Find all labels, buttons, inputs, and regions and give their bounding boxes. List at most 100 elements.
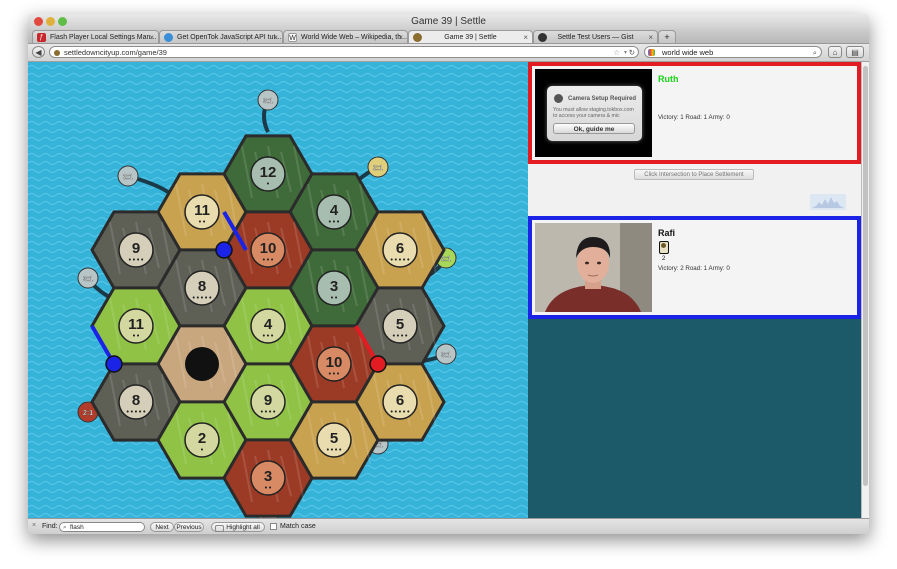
number-token-value: 6 (396, 240, 404, 257)
tab-wikipedia[interactable]: W World Wide Web – Wikipedia, th... × (283, 30, 408, 43)
player-panel-ruth: Camera Setup Required You must allow sta… (528, 62, 861, 164)
tab-close-icon[interactable]: × (398, 31, 403, 43)
number-token-pips: ••• (328, 370, 340, 378)
tab-label: Get OpenTok JavaScript API tut... (177, 34, 282, 41)
number-token-pips: ••• (262, 332, 274, 340)
player-video (535, 223, 652, 312)
url-bar[interactable]: settledowncityup.com/game/39 ☆ ▾ ↻ (49, 46, 639, 58)
robber-token (185, 347, 219, 381)
window-title: Game 39 | Settle (411, 16, 486, 27)
game-board: 3:12:12:12:13:13:12:12:13:1 12•11••4•••9… (28, 62, 528, 518)
tab-close-icon[interactable]: × (273, 31, 278, 43)
tab-game-39[interactable]: Game 39 | Settle × (408, 30, 533, 43)
highlight-all-button[interactable]: Highlight all (211, 522, 265, 532)
find-input[interactable]: ⌕ flash (59, 522, 145, 532)
home-button[interactable]: ⌂ (828, 46, 842, 58)
tab-opentok[interactable]: Get OpenTok JavaScript API tut... × (159, 30, 283, 43)
settlement-blue[interactable] (105, 355, 123, 373)
tab-label: World Wide Web – Wikipedia, th... (301, 34, 407, 41)
find-label: Find: (42, 523, 58, 530)
home-icon: ⌂ (832, 48, 838, 57)
tab-label: Flash Player Local Settings Man... (50, 34, 157, 41)
plus-icon: + (664, 32, 670, 42)
harbor-port-label: 2:1 (123, 174, 133, 181)
close-window-button[interactable] (34, 17, 43, 26)
number-token-value: 5 (330, 430, 338, 447)
new-tab-button[interactable]: + (658, 30, 676, 43)
history-dropdown-icon[interactable]: ▾ (624, 47, 627, 59)
webcam-person (535, 223, 652, 312)
highlight-icon (215, 525, 224, 532)
tab-flash-settings[interactable]: ƒ Flash Player Local Settings Man... × (32, 30, 159, 43)
number-token-value: 2 (198, 430, 206, 447)
back-arrow-icon: ◀ (35, 48, 42, 57)
navigation-bar: ◀ settledowncityup.com/game/39 ☆ ▾ ↻ wor… (28, 44, 869, 62)
video-placeholder: Camera Setup Required You must allow sta… (535, 69, 652, 157)
number-token-pips: •••• (260, 408, 277, 416)
waveform-icon (810, 194, 846, 210)
harbor-port-label: 2:1 (83, 410, 93, 417)
back-button[interactable]: ◀ (32, 46, 45, 58)
player-name: Rafi (658, 228, 676, 238)
number-token-value: 8 (132, 392, 140, 409)
tab-close-icon[interactable]: × (648, 31, 653, 43)
vertical-scrollbar[interactable] (861, 62, 869, 518)
bookmark-star-icon[interactable]: ☆ (613, 47, 620, 59)
number-token-value: 3 (330, 278, 338, 295)
match-case-checkbox[interactable] (270, 523, 277, 530)
number-token-pips: ••••• (126, 408, 147, 416)
menu-button[interactable]: ▤ (846, 46, 864, 58)
number-token-value: 5 (396, 316, 404, 333)
search-icon[interactable]: ⌕ (813, 47, 817, 59)
number-token-pips: ••• (262, 256, 274, 264)
harbor-port-label: 3:1 (441, 352, 451, 359)
browser-window: Game 39 | Settle ƒ Flash Player Local Se… (28, 14, 869, 534)
search-icon: ⌕ (63, 524, 67, 531)
number-token-pips: •• (330, 294, 338, 302)
number-token-value: 6 (396, 392, 404, 409)
reload-icon[interactable]: ↻ (629, 47, 635, 59)
number-token-pips: • (266, 180, 270, 188)
number-token-pips: ••••• (390, 408, 411, 416)
zoom-window-button[interactable] (58, 17, 67, 26)
page-content: 3:12:12:12:13:13:12:12:13:1 12•11••4•••9… (28, 62, 869, 518)
place-settlement-button[interactable]: Click Intersection to Place Settlement (634, 169, 754, 180)
number-token-pips: •••• (392, 332, 409, 340)
board-canvas: 3:12:12:12:13:13:12:12:13:1 12•11••4•••9… (28, 62, 528, 518)
harbor-port-label: 3:1 (83, 276, 93, 283)
number-token-pips: ••• (328, 218, 340, 226)
ok-guide-me-button[interactable]: Ok, guide me (553, 123, 635, 134)
minimize-window-button[interactable] (46, 17, 55, 26)
number-token-value: 3 (264, 468, 272, 485)
settlement-blue[interactable] (215, 241, 233, 259)
find-next-button[interactable]: Next (150, 522, 174, 532)
wikipedia-icon: W (288, 33, 297, 42)
github-icon (538, 33, 547, 42)
harbor-port-label: 2:1 (373, 165, 383, 172)
camera-setup-dialog: Camera Setup Required You must allow sta… (547, 86, 642, 141)
number-token-value: 8 (198, 278, 206, 295)
dialog-title: Camera Setup Required (568, 96, 637, 102)
find-previous-button[interactable]: Previous (174, 522, 204, 532)
number-token-pips: • (200, 446, 204, 454)
site-identity-icon (54, 50, 60, 56)
tab-close-icon[interactable]: × (149, 31, 154, 43)
card-count: 2 (662, 256, 666, 262)
settlement-red[interactable] (369, 355, 387, 373)
player-panel-rafi: Rafi 2 Victory: 2 Road: 1 Army: 0 (528, 216, 861, 319)
action-strip: Click Intersection to Place Settlement (528, 164, 861, 216)
url-text: settledowncityup.com/game/39 (64, 48, 167, 57)
dialog-text: You must allow staging.tokbox.com to acc… (553, 107, 634, 119)
tab-close-icon[interactable]: × (523, 31, 528, 43)
opentok-icon (164, 33, 173, 42)
close-find-icon[interactable]: × (32, 522, 36, 529)
scrollbar-thumb[interactable] (863, 66, 868, 486)
tab-label: Settle Test Users — Gist (557, 34, 634, 41)
number-token-value: 10 (260, 240, 277, 257)
search-bar[interactable]: world wide web ⌕ (644, 46, 822, 58)
number-token-value: 4 (330, 202, 339, 219)
camera-icon (554, 94, 563, 103)
tab-gist[interactable]: Settle Test Users — Gist × (533, 30, 658, 43)
number-token-value: 11 (194, 202, 210, 219)
number-token-pips: ••••• (390, 256, 411, 264)
